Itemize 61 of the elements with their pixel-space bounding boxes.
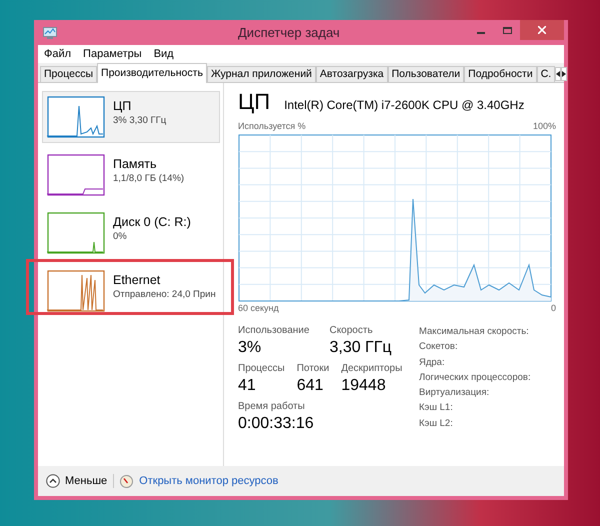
item-title: Диск 0 (C: R:) [113, 214, 191, 230]
property-label: Кэш L2: [419, 416, 454, 430]
graph-max: 100% [532, 120, 556, 133]
menu-item[interactable]: Параметры [83, 46, 142, 62]
stat-value: 641 [296, 376, 324, 396]
window-title: Диспетчер задач [238, 24, 340, 42]
item-detail: Отправлено: 24,0 Прин [113, 288, 216, 302]
item-detail: 3% 3,30 ГГц [113, 114, 166, 128]
less-button[interactable]: Меньше [46, 472, 108, 490]
stat-label: Процессы [238, 362, 285, 376]
stat-value: 0:00:33:16 [238, 414, 315, 434]
tab[interactable]: С. [536, 66, 556, 82]
stat-value: 3,30 ГГц [329, 338, 392, 358]
property-label: Кэш L1: [419, 401, 454, 416]
item-title: Память [113, 156, 158, 172]
close-icon [538, 26, 546, 34]
item-title: ЦП [113, 98, 132, 114]
item-title: Ethernet [113, 272, 162, 288]
property-label: Виртуализация: [419, 386, 490, 400]
sidebar-item[interactable]: ЦП 3% 3,30 ГГц [42, 91, 220, 143]
resource-monitor-link[interactable]: Открыть монитор ресурсов [139, 472, 278, 490]
property-label: Максимальная скорость: [419, 325, 530, 339]
right-arrow-icon [562, 71, 566, 77]
item-detail: 0% [113, 230, 128, 244]
graph-start: 60 секунд [238, 302, 279, 315]
tab[interactable]: Производительность [97, 63, 207, 83]
tab-scroll-left[interactable] [555, 67, 562, 81]
gauge-icon [120, 474, 134, 488]
tab[interactable]: Процессы [40, 66, 98, 82]
close-button[interactable] [520, 20, 564, 40]
property-label: Ядра: [419, 356, 446, 370]
stat-label: Потоки [296, 362, 330, 376]
property-label: Логических процессоров: [419, 370, 531, 385]
tab-scroll-right[interactable] [561, 67, 568, 81]
stat-label: Использование [238, 324, 310, 338]
graph-end: 0 [550, 302, 556, 314]
graph-label: Используется % [238, 120, 306, 133]
sidebar-item[interactable]: Диск 0 (C: R:) 0% [42, 207, 220, 259]
monitor-icon [43, 26, 57, 38]
tab[interactable]: Пользователи [388, 66, 464, 82]
property-label: Сокетов: [419, 340, 459, 354]
tab[interactable]: Подробности [464, 66, 537, 82]
sidebar-item[interactable]: Ethernet Отправлено: 24,0 Прин [42, 265, 220, 317]
maximize-icon [502, 26, 512, 34]
tab[interactable]: Автозагрузка [316, 66, 388, 82]
stat-label: Дескрипторы [341, 362, 402, 376]
cpu-model: Intel(R) Core(TM) i7-2600K CPU @ 3.40GHz [284, 97, 524, 114]
stat-label: Время работы [238, 400, 306, 414]
stat-value: 3% [238, 338, 262, 358]
chevron-up-icon [46, 474, 60, 488]
stat-label: Скорость [329, 324, 374, 338]
menu-item[interactable]: Вид [154, 46, 174, 62]
sidebar-item[interactable]: Память 1,1/8,0 ГБ (14%) [42, 149, 220, 201]
section-title: ЦП [238, 91, 270, 113]
tab[interactable]: Журнал приложений [206, 66, 316, 82]
item-detail: 1,1/8,0 ГБ (14%) [113, 172, 184, 186]
stat-value: 41 [238, 376, 257, 396]
menu-item[interactable]: Файл [44, 46, 72, 62]
stat-value: 19448 [341, 376, 387, 396]
left-arrow-icon [556, 71, 560, 77]
minimize-icon [477, 32, 485, 34]
